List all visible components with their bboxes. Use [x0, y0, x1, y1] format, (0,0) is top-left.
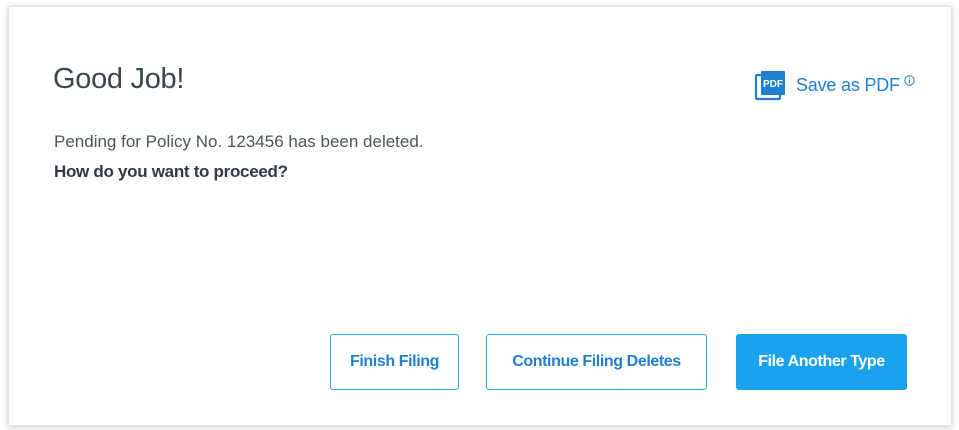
deletion-message: Pending for Policy No. 123456 has been d… — [54, 132, 424, 151]
file-another-type-button[interactable]: File Another Type — [736, 334, 907, 390]
continue-filing-deletes-button[interactable]: Continue Filing Deletes — [486, 334, 707, 390]
save-as-pdf-link[interactable]: PDF Save as PDF — [754, 69, 915, 101]
info-icon[interactable] — [904, 73, 915, 86]
confirmation-dialog: Good Job! PDF Save as PDF Pending for Po… — [8, 6, 952, 426]
save-as-pdf-label[interactable]: Save as PDF — [796, 75, 900, 96]
pdf-icon-text: PDF — [763, 79, 783, 90]
pdf-icon: PDF — [754, 69, 788, 101]
proceed-question: How do you want to proceed? — [54, 162, 288, 181]
dialog-title: Good Job! — [53, 63, 185, 95]
finish-filing-button[interactable]: Finish Filing — [330, 334, 459, 390]
